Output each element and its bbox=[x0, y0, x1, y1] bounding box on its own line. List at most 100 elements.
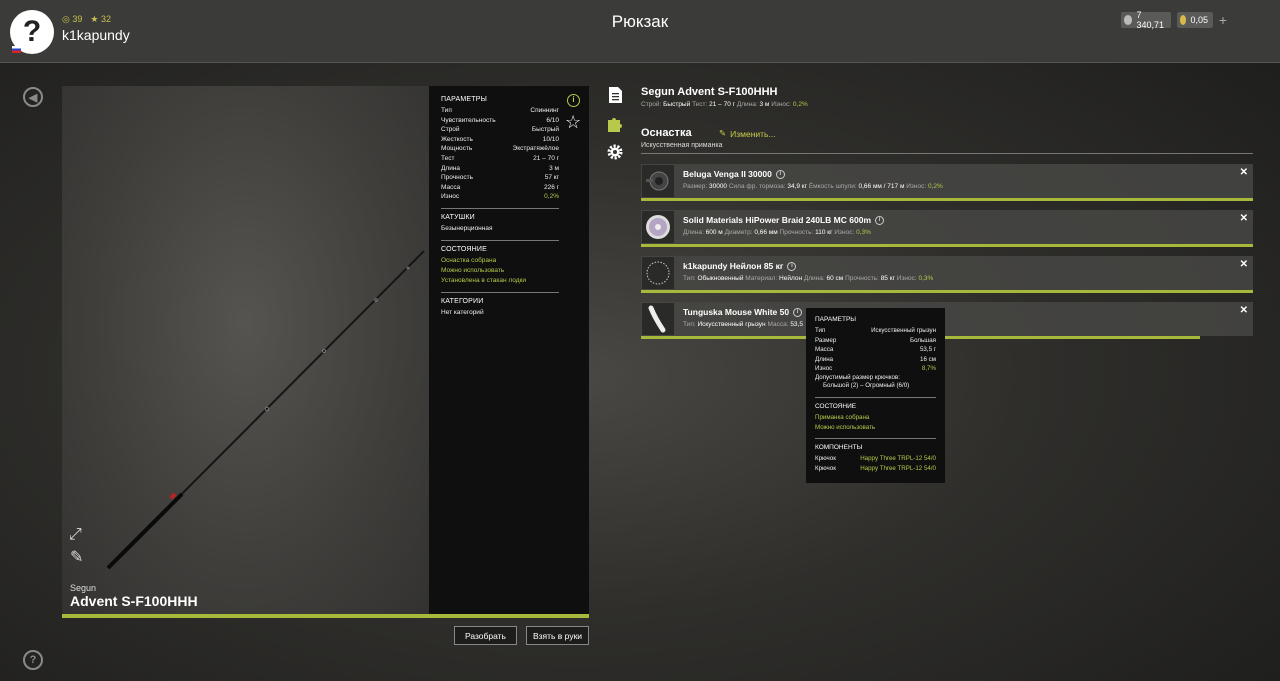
rod-detail-title: Segun Advent S-F100HHH bbox=[641, 86, 778, 98]
param-key: Прочность bbox=[441, 174, 473, 182]
disassemble-button[interactable]: Разобрать bbox=[454, 626, 517, 645]
desc-value: 60 см bbox=[826, 275, 844, 282]
desc-value: 600 м bbox=[705, 229, 723, 236]
desc-key: Тип: bbox=[683, 275, 696, 282]
info-icon[interactable]: i bbox=[567, 94, 580, 107]
param-key: Износ bbox=[815, 365, 833, 373]
fullscreen-icon[interactable]: ⤢ bbox=[69, 526, 82, 544]
param-value: 21 – 70 г bbox=[533, 154, 559, 162]
rod-name: Advent S-F100HHH bbox=[70, 593, 198, 609]
tooltip-state-line: Приманка собрана bbox=[815, 413, 870, 421]
take-in-hands-button[interactable]: Взять в руки bbox=[526, 626, 589, 645]
component-value: Happy Three TRPL-12 54/0 bbox=[860, 455, 936, 463]
silver-currency[interactable]: 7 340,71 bbox=[1121, 10, 1171, 30]
param-row: Масса 226 г bbox=[441, 183, 559, 193]
state-line: Установлена в стакан лодки bbox=[441, 276, 527, 284]
remove-leader-button[interactable]: ✕ bbox=[1240, 259, 1248, 270]
tackle-title: Оснастка bbox=[641, 127, 692, 139]
param-key: Строй bbox=[441, 126, 460, 134]
info-icon[interactable]: i bbox=[793, 307, 803, 317]
desc-value: 110 кг bbox=[815, 229, 833, 236]
component-name: Tunguska Mouse White 50 i bbox=[683, 307, 803, 317]
wear-value: 0,2% bbox=[792, 101, 808, 108]
add-currency-button[interactable]: + bbox=[1216, 12, 1230, 28]
desc-value: Нейлон bbox=[779, 275, 803, 282]
leader-thumbnail bbox=[642, 257, 674, 289]
component-name-text: k1kapundy Нейлон 85 кг bbox=[683, 261, 784, 271]
country-flag-icon bbox=[12, 46, 21, 53]
desc-key: Износ: bbox=[906, 183, 927, 190]
component-row-reel[interactable]: Beluga Venga II 30000 i Размер: 30000 Сил… bbox=[641, 164, 1253, 198]
gold-currency[interactable]: 0,05 bbox=[1177, 12, 1213, 28]
param-key: Масса bbox=[815, 346, 834, 354]
desc-value: 53,5 bbox=[790, 321, 803, 328]
desc-value: 0,3% bbox=[856, 229, 871, 236]
info-icon[interactable]: i bbox=[775, 169, 785, 179]
desc-value: 30000 bbox=[708, 183, 728, 190]
tackle-subtitle: Искусственная приманка bbox=[641, 142, 723, 149]
remove-reel-button[interactable]: ✕ bbox=[1240, 167, 1248, 178]
param-value: 53,5 г bbox=[919, 346, 936, 354]
tooltip-params-title: ПАРАМЕТРЫ bbox=[815, 316, 857, 323]
param-key: Тип bbox=[441, 107, 452, 114]
tooltip-component-row: Крючок Happy Three TRPL-12 54/0 bbox=[815, 464, 936, 474]
component-desc: Длина: 600 м Диаметр: 0,66 мм Прочность:… bbox=[683, 229, 871, 236]
component-row-leader[interactable]: k1kapundy Нейлон 85 кг i Тип: Обыкновенны… bbox=[641, 256, 1253, 290]
hook-size-label: Допустимый размер крючков: bbox=[815, 373, 900, 381]
rod-preview bbox=[62, 86, 429, 614]
desc-value: 0,66 мм / 717 м bbox=[858, 183, 905, 190]
component-desc: Тип: Искусственный грызун Масса: 53,5 bbox=[683, 321, 803, 328]
param-row: Тест 21 – 70 г bbox=[441, 154, 559, 164]
divider bbox=[815, 396, 936, 398]
desc-key: Тип: bbox=[683, 321, 696, 328]
desc-key: Прочность: bbox=[845, 275, 879, 282]
param-row: Тип Спиннинг bbox=[441, 106, 559, 116]
component-row-lure[interactable]: Tunguska Mouse White 50 i Тип: Искусствен… bbox=[641, 302, 1253, 336]
component-key: Крючок bbox=[815, 464, 836, 472]
test-key: Тест: bbox=[692, 101, 708, 108]
info-icon[interactable]: i bbox=[875, 215, 885, 225]
tackle-puzzle-icon[interactable] bbox=[606, 115, 624, 133]
param-value: 57 кг bbox=[544, 174, 559, 182]
edit-brush-icon[interactable]: ✎ bbox=[70, 547, 83, 567]
params-list: Тип Спиннинг Чувствительность 6/10 Строй Быст… bbox=[441, 106, 577, 202]
param-row: Строй Быстрый bbox=[441, 125, 559, 135]
length-value: 3 м bbox=[759, 101, 770, 108]
component-desc: Размер: 30000 Сила фр. тормоза: 34,9 кг … bbox=[683, 183, 943, 190]
categories-value: Нет категорий bbox=[441, 308, 484, 316]
edit-icon: ✎ bbox=[719, 128, 727, 138]
lure-tooltip: ПАРАМЕТРЫ Тип Искусственный грызун Размер Б… bbox=[806, 308, 945, 483]
reel-thumbnail bbox=[642, 165, 674, 197]
desc-key: Масса: bbox=[767, 321, 789, 328]
state-title: СОСТОЯНИЕ bbox=[441, 245, 488, 253]
reels-title: КАТУШКИ bbox=[441, 213, 475, 221]
info-icon[interactable]: i bbox=[787, 261, 797, 271]
document-icon[interactable] bbox=[606, 86, 624, 104]
state-line: Оснастка собрана bbox=[441, 256, 497, 264]
line-thumbnail bbox=[642, 211, 674, 243]
rod-detail-summary: Строй: Быстрый Тест: 21 – 70 г Длина: 3 … bbox=[641, 101, 808, 108]
component-row-line[interactable]: Solid Materials HiPower Braid 240LB MC 6… bbox=[641, 210, 1253, 244]
gear-icon[interactable] bbox=[606, 143, 624, 161]
desc-value: Искусственный грызун bbox=[697, 321, 766, 328]
leader-condition-bar bbox=[641, 290, 1253, 293]
change-tackle-button[interactable]: ✎ Изменить... bbox=[719, 128, 776, 139]
desc-value: 0,3% bbox=[918, 275, 934, 282]
remove-lure-button[interactable]: ✕ bbox=[1240, 305, 1248, 316]
param-key: Тип bbox=[815, 327, 826, 334]
param-value: 16 см bbox=[920, 355, 936, 363]
param-value: Спиннинг bbox=[530, 107, 559, 114]
build-value: Быстрый bbox=[663, 101, 691, 108]
param-row: Размер Большая bbox=[815, 336, 936, 346]
back-icon[interactable]: ◀ bbox=[23, 87, 43, 107]
help-icon[interactable]: ? bbox=[23, 650, 43, 670]
desc-key: Длина: bbox=[803, 275, 825, 282]
param-key: Износ bbox=[441, 193, 460, 201]
desc-value: 85 кг bbox=[880, 275, 895, 282]
param-key: Жесткость bbox=[441, 135, 473, 143]
remove-line-button[interactable]: ✕ bbox=[1240, 213, 1248, 224]
desc-key: Размер: bbox=[683, 183, 708, 190]
test-value: 21 – 70 г bbox=[709, 101, 736, 108]
favorite-star-icon[interactable]: ☆ bbox=[565, 112, 581, 133]
desc-key: Износ: bbox=[896, 275, 917, 282]
